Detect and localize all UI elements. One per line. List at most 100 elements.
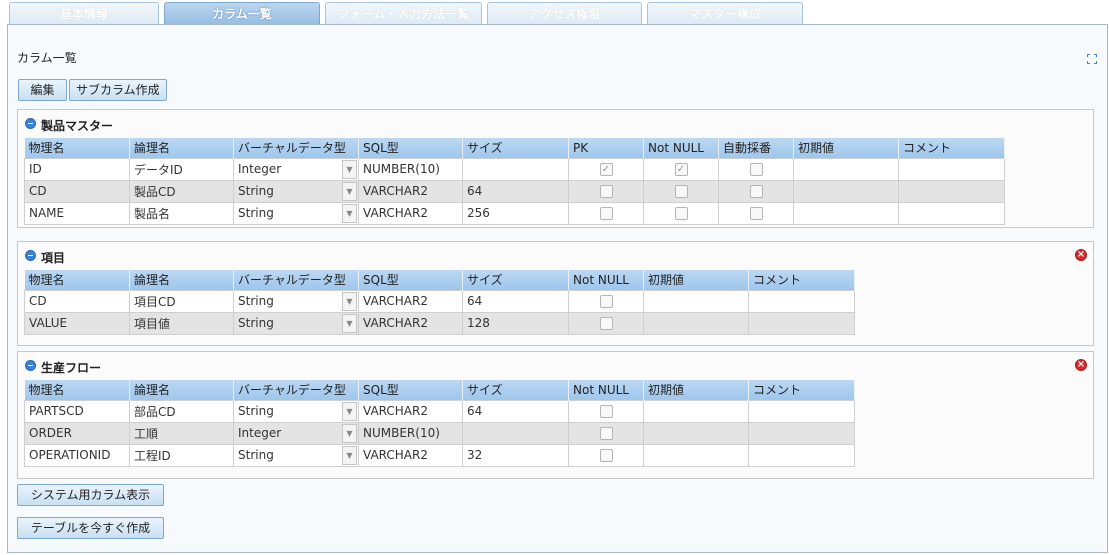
collapse-minus-icon[interactable] — [25, 250, 36, 261]
physical-name-cell[interactable]: CD — [24, 289, 130, 313]
table-row[interactable]: OPERATIONID 工程ID String ▼ VARCHAR2 32 — [24, 443, 855, 467]
table-row[interactable]: ID データID Integer ▼ NUMBER(10) ✓ ✓ — [24, 157, 1005, 181]
size-cell[interactable] — [462, 421, 569, 445]
sql-type-cell[interactable]: VARCHAR2 — [358, 289, 463, 313]
not-null-checkbox[interactable] — [599, 316, 613, 330]
tab-master-config[interactable]: マスター構成 — [647, 2, 803, 25]
expand-fullscreen-icon[interactable] — [1087, 53, 1097, 64]
physical-name-cell[interactable]: NAME — [24, 201, 130, 225]
virtual-type-select[interactable]: String ▼ — [233, 201, 359, 225]
auto-number-checkbox[interactable] — [749, 162, 763, 176]
header-sql-type[interactable]: SQL型 — [358, 380, 463, 400]
sql-type-cell[interactable]: VARCHAR2 — [358, 311, 463, 335]
physical-name-cell[interactable]: CD — [24, 179, 130, 203]
comment-cell[interactable] — [898, 179, 1005, 203]
size-cell[interactable]: 64 — [462, 399, 569, 423]
header-default-value[interactable]: 初期値 — [643, 270, 749, 290]
size-cell[interactable]: 128 — [462, 311, 569, 335]
header-sql-type[interactable]: SQL型 — [358, 138, 463, 158]
sql-type-cell[interactable]: VARCHAR2 — [358, 201, 463, 225]
default-value-cell[interactable] — [643, 289, 749, 313]
table-row[interactable]: PARTSCD 部品CD String ▼ VARCHAR2 64 — [24, 399, 855, 423]
physical-name-cell[interactable]: ID — [24, 157, 130, 181]
pk-checkbox[interactable] — [599, 184, 613, 198]
not-null-checkbox[interactable] — [674, 184, 688, 198]
virtual-type-select[interactable]: String ▼ — [233, 289, 359, 313]
physical-name-cell[interactable]: ORDER — [24, 421, 130, 445]
size-cell[interactable] — [462, 157, 569, 181]
chevron-down-icon[interactable]: ▼ — [342, 445, 357, 465]
delete-x-icon[interactable]: × — [1075, 359, 1087, 371]
physical-name-cell[interactable]: PARTSCD — [24, 399, 130, 423]
pk-checkbox[interactable] — [599, 206, 613, 220]
comment-cell[interactable] — [748, 443, 855, 467]
default-value-cell[interactable] — [643, 399, 749, 423]
header-default-value[interactable]: 初期値 — [643, 380, 749, 400]
comment-cell[interactable] — [748, 289, 855, 313]
virtual-type-select[interactable]: String ▼ — [233, 179, 359, 203]
header-physical-name[interactable]: 物理名 — [24, 270, 130, 290]
physical-name-cell[interactable]: OPERATIONID — [24, 443, 130, 467]
sql-type-cell[interactable]: NUMBER(10) — [358, 157, 463, 181]
default-value-cell[interactable] — [643, 443, 749, 467]
not-null-checkbox[interactable]: ✓ — [674, 162, 688, 176]
table-row[interactable]: VALUE 項目値 String ▼ VARCHAR2 128 — [24, 311, 855, 335]
chevron-down-icon[interactable]: ▼ — [342, 291, 357, 311]
chevron-down-icon[interactable]: ▼ — [342, 401, 357, 421]
chevron-down-icon[interactable]: ▼ — [342, 181, 357, 201]
tab-access-rights[interactable]: アクセス権限 — [487, 2, 642, 25]
header-not-null[interactable]: Not NULL — [643, 138, 719, 158]
size-cell[interactable]: 64 — [462, 179, 569, 203]
header-virtual-type[interactable]: バーチャルデータ型 — [233, 270, 359, 290]
default-value-cell[interactable] — [793, 157, 899, 181]
table-row[interactable]: NAME 製品名 String ▼ VARCHAR2 256 — [24, 201, 1005, 225]
header-virtual-type[interactable]: バーチャルデータ型 — [233, 138, 359, 158]
sql-type-cell[interactable]: NUMBER(10) — [358, 421, 463, 445]
table-row[interactable]: CD 項目CD String ▼ VARCHAR2 64 — [24, 289, 855, 313]
header-comment[interactable]: コメント — [748, 380, 855, 400]
create-table-now-button[interactable]: テーブルを今すぐ作成 — [17, 517, 164, 539]
logical-name-cell[interactable]: 工順 — [129, 421, 234, 445]
header-size[interactable]: サイズ — [462, 138, 569, 158]
header-sql-type[interactable]: SQL型 — [358, 270, 463, 290]
sql-type-cell[interactable]: VARCHAR2 — [358, 443, 463, 467]
logical-name-cell[interactable]: データID — [129, 157, 234, 181]
collapse-minus-icon[interactable] — [25, 360, 36, 371]
comment-cell[interactable] — [898, 157, 1005, 181]
header-not-null[interactable]: Not NULL — [568, 380, 644, 400]
table-row[interactable]: ORDER 工順 Integer ▼ NUMBER(10) — [24, 421, 855, 445]
header-auto-number[interactable]: 自動採番 — [718, 138, 794, 158]
tab-column-list[interactable]: カラム一覧 — [164, 2, 320, 25]
header-logical-name[interactable]: 論理名 — [129, 138, 234, 158]
comment-cell[interactable] — [748, 311, 855, 335]
default-value-cell[interactable] — [793, 179, 899, 203]
logical-name-cell[interactable]: 製品名 — [129, 201, 234, 225]
header-pk[interactable]: PK — [568, 138, 644, 158]
chevron-down-icon[interactable]: ▼ — [342, 313, 357, 333]
virtual-type-select[interactable]: Integer ▼ — [233, 421, 359, 445]
header-physical-name[interactable]: 物理名 — [24, 380, 130, 400]
default-value-cell[interactable] — [793, 201, 899, 225]
default-value-cell[interactable] — [643, 421, 749, 445]
default-value-cell[interactable] — [643, 311, 749, 335]
edit-button[interactable]: 編集 — [18, 79, 67, 101]
header-logical-name[interactable]: 論理名 — [129, 380, 234, 400]
comment-cell[interactable] — [748, 421, 855, 445]
tab-basic-info[interactable]: 基本情報 — [9, 2, 159, 25]
tab-form-input-list[interactable]: フォーム・入力方法一覧 — [325, 2, 482, 25]
logical-name-cell[interactable]: 工程ID — [129, 443, 234, 467]
show-system-columns-button[interactable]: システム用カラム表示 — [17, 484, 164, 506]
auto-number-checkbox[interactable] — [749, 184, 763, 198]
header-size[interactable]: サイズ — [462, 270, 569, 290]
not-null-checkbox[interactable] — [599, 404, 613, 418]
chevron-down-icon[interactable]: ▼ — [342, 423, 357, 443]
logical-name-cell[interactable]: 項目CD — [129, 289, 234, 313]
create-sub-column-button[interactable]: サブカラム作成 — [69, 79, 167, 101]
logical-name-cell[interactable]: 製品CD — [129, 179, 234, 203]
comment-cell[interactable] — [748, 399, 855, 423]
virtual-type-select[interactable]: String ▼ — [233, 399, 359, 423]
virtual-type-select[interactable]: String ▼ — [233, 443, 359, 467]
header-logical-name[interactable]: 論理名 — [129, 270, 234, 290]
header-size[interactable]: サイズ — [462, 380, 569, 400]
collapse-minus-icon[interactable] — [25, 118, 36, 129]
